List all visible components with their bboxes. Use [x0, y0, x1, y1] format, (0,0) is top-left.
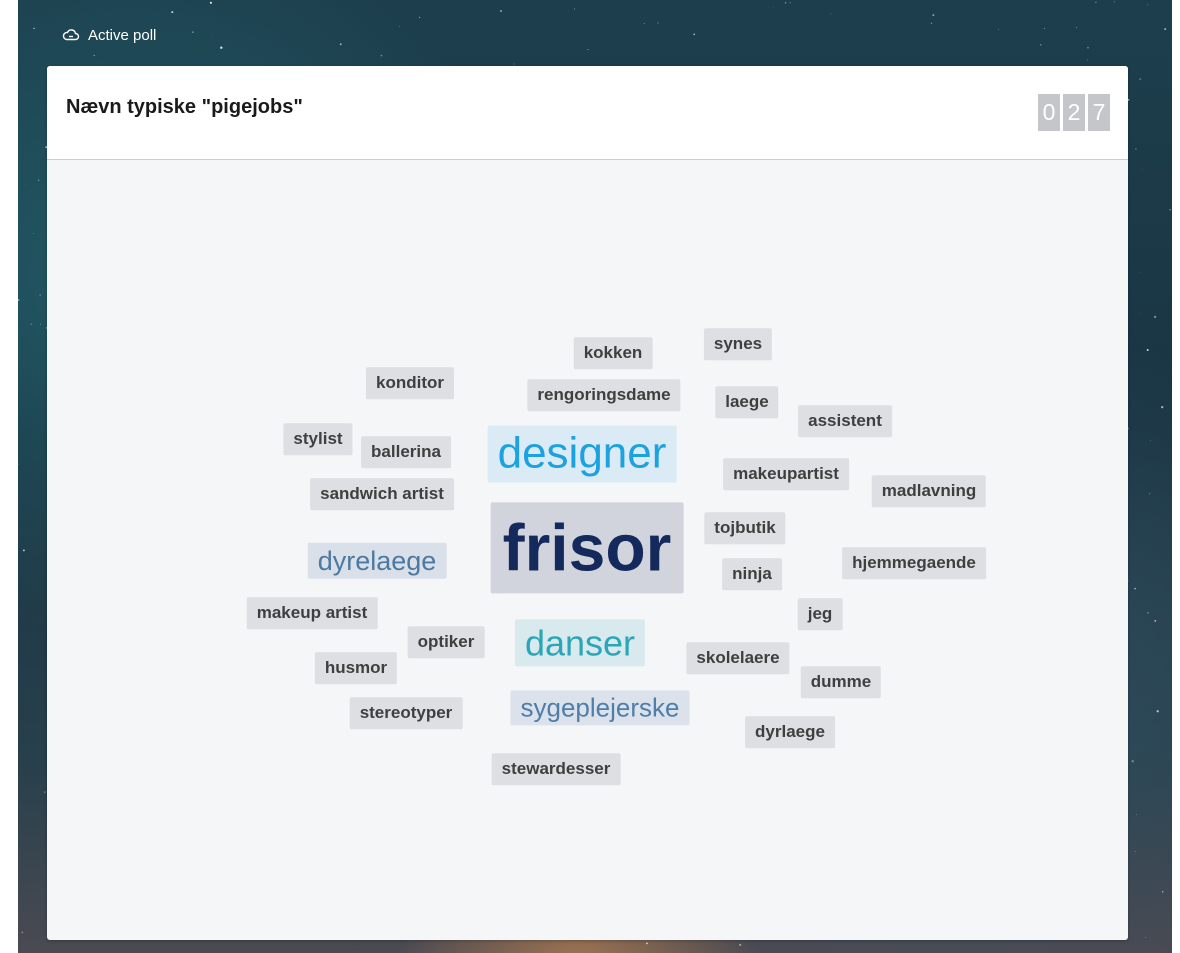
word-dumme: dumme [800, 666, 882, 698]
word-sygeplejerske: sygeplejerske [510, 690, 690, 726]
word-frisor: frisor [490, 502, 684, 594]
word-assistent: assistent [798, 405, 892, 437]
word-madlavning: madlavning [871, 475, 987, 507]
word-skolelaere: skolelaere [686, 642, 790, 674]
word-designer: designer [487, 425, 677, 483]
word-optiker: optiker [407, 626, 485, 658]
word-makeup-artist: makeup artist [246, 597, 378, 629]
word-stylist: stylist [283, 423, 353, 455]
word-cloud: frisor designer danser dyrelaege sygeplejers… [47, 66, 1128, 940]
word-makeupartist: makeupartist [723, 458, 849, 490]
word-husmor: husmor [314, 652, 398, 684]
word-danser: danser [514, 619, 646, 667]
word-konditor: konditor [366, 367, 454, 399]
poll-card: Nævn typiske "pigejobs" 0 2 7 frisor desi… [47, 66, 1128, 940]
word-ballerina: ballerina [361, 436, 451, 468]
word-sandwich-artist: sandwich artist [310, 478, 454, 510]
word-dyrelaege: dyrelaege [307, 542, 447, 580]
word-ninja: ninja [722, 558, 782, 590]
active-poll-bar: Active poll [62, 22, 156, 48]
word-synes: synes [703, 328, 773, 360]
word-stewardesser: stewardesser [491, 753, 621, 785]
word-stereotyper: stereotyper [349, 697, 463, 729]
word-jeg: jeg [797, 598, 843, 630]
cloud-icon [62, 27, 80, 43]
active-poll-label: Active poll [88, 26, 157, 44]
word-dyrlaege: dyrlaege [745, 716, 835, 748]
word-laege: laege [715, 386, 779, 418]
word-kokken: kokken [573, 337, 653, 369]
word-rengoringsdame: rengoringsdame [527, 379, 681, 411]
word-hjemmegaende: hjemmegaende [842, 547, 986, 579]
word-tojbutik: tojbutik [704, 512, 786, 544]
